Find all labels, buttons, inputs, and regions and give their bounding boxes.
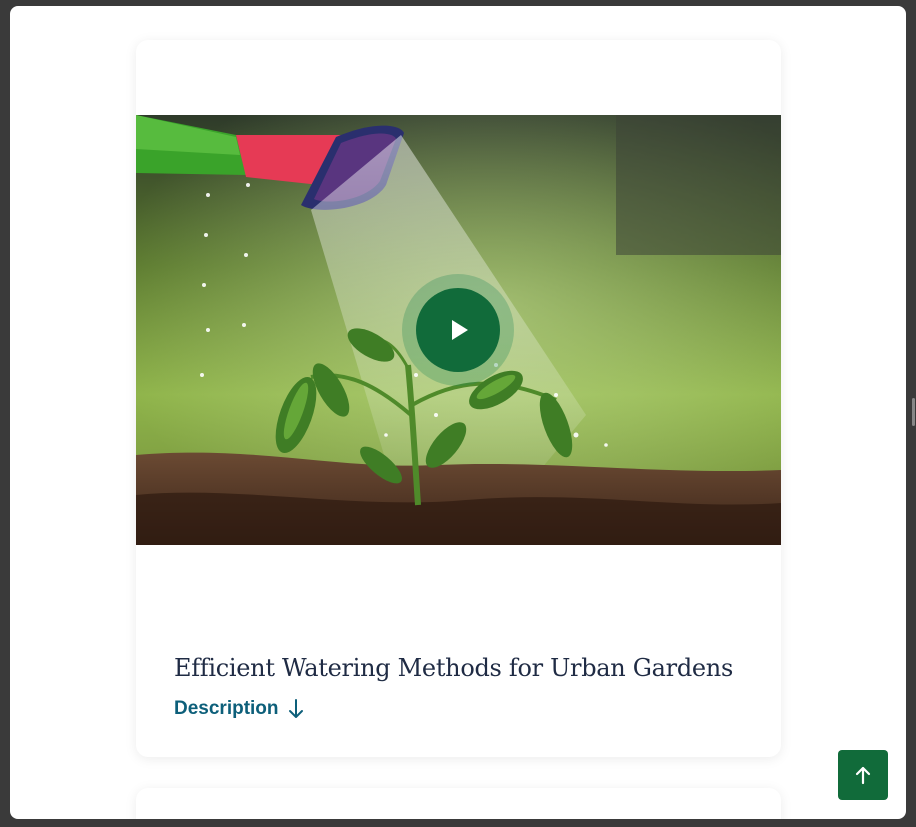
description-label: Description [174,698,279,719]
video-thumbnail[interactable] [136,115,781,545]
play-icon [452,320,468,340]
resize-handle[interactable] [912,398,915,426]
description-toggle[interactable]: Description [174,698,304,720]
arrow-down-icon [288,699,303,718]
scroll-to-top-button[interactable] [838,750,888,800]
arrow-up-icon [855,766,871,785]
play-button[interactable] [416,288,500,372]
next-card [136,788,781,819]
modal-dialog: Efficient Watering Methods for Urban Gar… [10,6,906,819]
video-card: Efficient Watering Methods for Urban Gar… [136,40,781,757]
video-title: Efficient Watering Methods for Urban Gar… [174,654,733,682]
